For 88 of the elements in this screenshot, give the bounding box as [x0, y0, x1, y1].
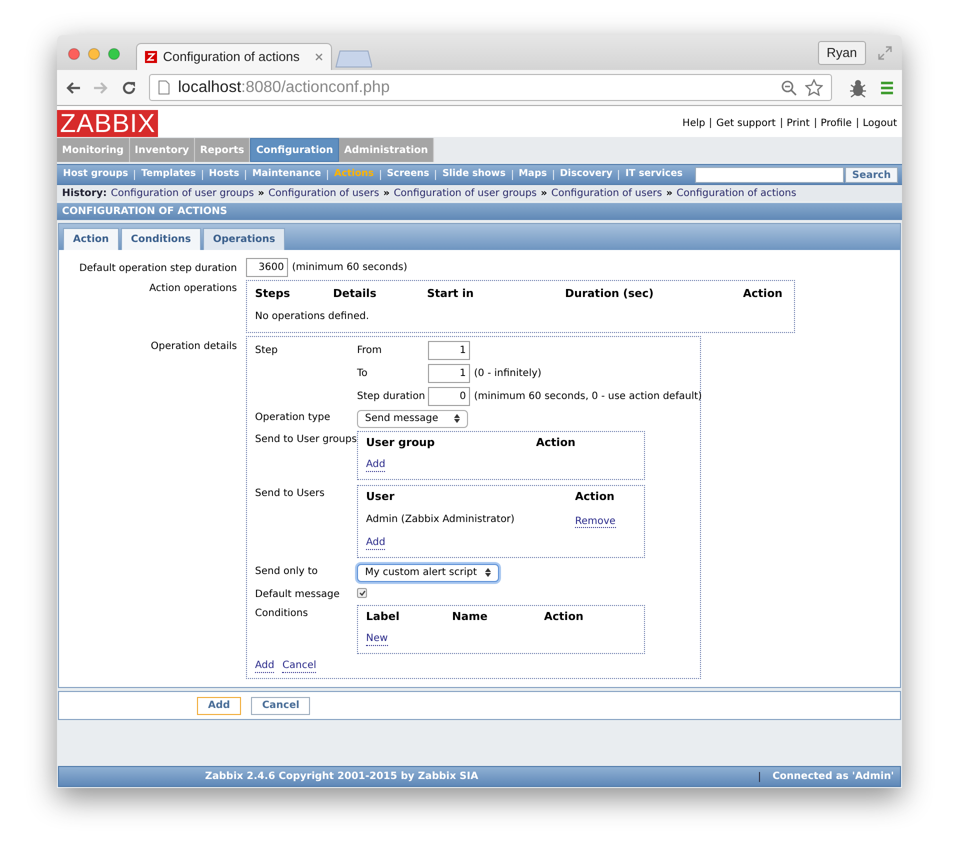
history-link[interactable]: Configuration of user groups — [110, 186, 254, 200]
menu-icon[interactable] — [880, 80, 894, 94]
star-icon[interactable] — [805, 79, 823, 96]
add-link[interactable]: Add — [366, 459, 386, 472]
select-arrows-icon — [454, 414, 460, 423]
field-label: Default operation step duration — [78, 262, 237, 276]
breadcrumb-separator: » — [258, 186, 264, 200]
history-label: History: — [62, 186, 107, 200]
search-button[interactable]: Search — [845, 166, 898, 182]
reload-icon[interactable] — [121, 80, 137, 96]
field-label: Default message — [255, 588, 341, 602]
checkmark-icon — [358, 590, 366, 596]
browser-tab[interactable]: Configuration of actions — [136, 43, 332, 70]
form-tab[interactable]: Action — [63, 228, 119, 250]
field-label: Send only to — [255, 564, 319, 578]
bug-icon[interactable] — [848, 78, 868, 98]
zoom-icon[interactable] — [781, 80, 797, 96]
select-dropdown[interactable]: My custom alert script — [357, 564, 499, 582]
history-link[interactable]: Configuration of users — [551, 186, 662, 200]
select-arrows-icon — [484, 568, 491, 577]
header-link[interactable]: Print — [786, 116, 810, 130]
column-header: Label — [366, 608, 401, 624]
form-link[interactable]: Cancel — [282, 660, 316, 673]
column-header: Start in — [427, 286, 475, 302]
field-label: Send to Users — [255, 487, 326, 501]
copyright-text: Zabbix 2.4.6 Copyright 2001-2015 by Zabbix SIA — [205, 770, 478, 784]
field-label: Operation type — [255, 410, 332, 424]
form-button[interactable]: Cancel — [251, 696, 310, 714]
column-header: User — [366, 489, 396, 505]
zabbix-favicon-icon — [145, 51, 157, 63]
hint-text: (0 - infinitely) — [474, 368, 542, 378]
add-link[interactable]: New — [366, 633, 388, 646]
form-tab[interactable]: Operations — [202, 228, 286, 250]
empty-message: No operations defined. — [255, 310, 370, 324]
column-header: Name — [452, 608, 489, 624]
header-link[interactable]: Help — [682, 116, 706, 130]
connection-status: Connected as 'Admin' — [772, 770, 894, 784]
zabbix-logo[interactable]: ZABBIX — [57, 110, 158, 136]
header-link[interactable]: Get support — [716, 116, 776, 130]
table-cell-text: Admin (Zabbix Administrator) — [366, 512, 516, 526]
column-header: Steps — [255, 286, 292, 302]
header-link[interactable]: Logout — [862, 116, 897, 130]
history-link[interactable]: Configuration of user groups — [394, 186, 537, 200]
hint-text: (minimum 60 seconds, 0 - use action default) — [474, 390, 702, 402]
column-header: Details — [333, 286, 378, 302]
window-control-icon — [108, 48, 120, 60]
window-control-icon — [68, 48, 80, 60]
column-header: Action — [536, 434, 576, 450]
back-icon[interactable] — [65, 80, 81, 94]
column-header: Duration (sec) — [565, 286, 655, 302]
remove-link[interactable]: Remove — [575, 516, 616, 528]
profile-button[interactable]: Ryan — [818, 41, 866, 65]
field-label: Send to User groups — [255, 432, 357, 446]
column-header: User group — [366, 434, 436, 450]
section-title-bar: CONFIGURATION OF ACTIONS — [57, 203, 902, 220]
add-link[interactable]: Add — [366, 536, 386, 550]
breadcrumb-separator: » — [540, 186, 548, 200]
number-field[interactable]: 0 — [428, 386, 470, 406]
history-link[interactable]: Configuration of actions — [676, 186, 796, 200]
breadcrumb-separator: » — [666, 186, 673, 200]
field-label: Action operations — [148, 282, 237, 296]
breadcrumb-separator: » — [383, 186, 390, 200]
number-field[interactable]: 3600 — [246, 258, 288, 277]
number-field[interactable]: 1 — [428, 364, 470, 382]
column-header: Action — [743, 286, 784, 302]
hint-text: (minimum 60 seconds) — [292, 261, 408, 275]
history-link[interactable]: Configuration of users — [268, 186, 380, 200]
field-label: To — [357, 366, 369, 380]
window-control-icon — [88, 48, 100, 60]
header-link[interactable]: Profile — [820, 116, 852, 130]
field-label: Conditions — [255, 606, 309, 620]
url-text: localhost:8080/actionconf.php — [178, 78, 391, 98]
field-label: Step duration — [357, 390, 426, 404]
number-field[interactable]: 1 — [428, 340, 470, 360]
form-link[interactable]: Add — [255, 660, 274, 673]
column-header: Action — [544, 608, 584, 624]
address-bar[interactable]: localhost:8080/actionconf.php — [149, 74, 832, 101]
form-tab[interactable]: Conditions — [120, 228, 201, 250]
checkbox[interactable] — [357, 588, 367, 598]
field-label: Operation details — [150, 340, 237, 354]
field-label: From — [357, 344, 383, 358]
column-header: Action — [575, 489, 616, 505]
select-dropdown[interactable]: Send message — [357, 410, 468, 428]
close-icon — [315, 53, 323, 61]
page-icon — [158, 80, 170, 95]
form-button[interactable]: Add — [197, 696, 242, 714]
search-field[interactable] — [695, 166, 844, 182]
field-label: Step — [255, 344, 279, 358]
